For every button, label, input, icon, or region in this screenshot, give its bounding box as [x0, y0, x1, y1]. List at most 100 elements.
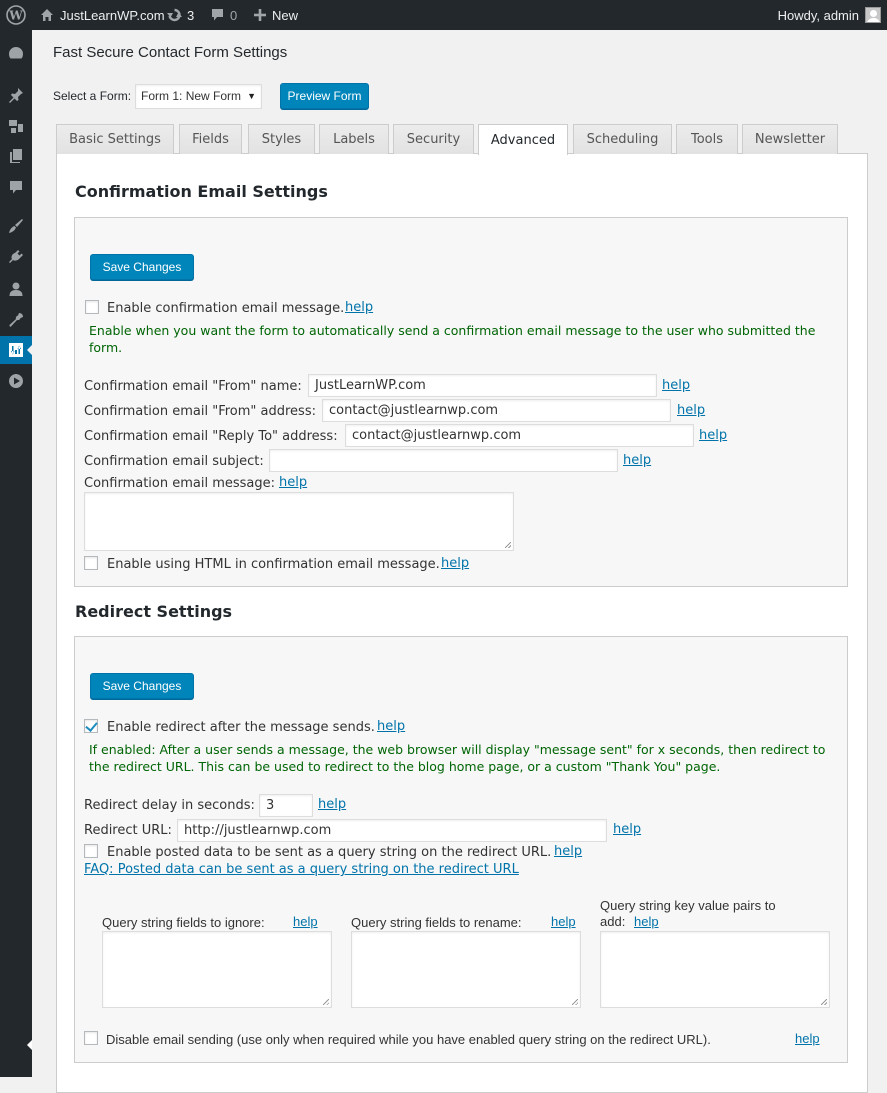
comments-count: 0 [230, 7, 238, 23]
from-address-help-link[interactable]: help [677, 403, 705, 418]
disable-email-checkbox[interactable] [84, 1031, 98, 1045]
sidebar-item-pages[interactable] [0, 142, 32, 170]
sidebar-item-plugins[interactable] [0, 243, 32, 271]
message-label: Confirmation email message: [84, 476, 276, 491]
enable-confirmation-description: Enable when you want the form to automat… [89, 323, 816, 355]
home-icon [41, 9, 53, 21]
enable-html-label: Enable using HTML in confirmation email … [107, 557, 440, 572]
query-rename-textarea[interactable] [351, 931, 581, 1008]
subject-label: Confirmation email subject: [84, 454, 264, 469]
redirect-url-help-link[interactable]: help [613, 822, 641, 837]
tab-styles[interactable]: Styles [248, 124, 315, 154]
enable-redirect-label: Enable redirect after the message sends. [107, 720, 375, 735]
tab-security[interactable]: Security [393, 124, 474, 154]
query-add-help-link[interactable]: help [634, 914, 659, 929]
query-string-help-link[interactable]: help [554, 844, 582, 859]
admin-sidebar [0, 30, 33, 1077]
enable-confirmation-checkbox[interactable] [85, 300, 99, 314]
svg-text:W: W [8, 9, 23, 23]
sidebar-item-contact-form[interactable] [0, 336, 33, 364]
reply-to-input[interactable]: contact@justlearnwp.com [345, 424, 694, 447]
tab-advanced[interactable]: Advanced [478, 124, 568, 155]
admin-bar: W JustLearnWP.com 3 0 New Howdy, admin [0, 0, 887, 30]
confirmation-save-button[interactable]: Save Changes [90, 254, 194, 280]
from-address-input[interactable]: contact@justlearnwp.com [322, 399, 671, 422]
redirect-save-button[interactable]: Save Changes [90, 673, 194, 699]
new-content-link[interactable]: New [254, 0, 298, 30]
redirect-delay-label: Redirect delay in seconds: [84, 798, 255, 813]
from-address-label: Confirmation email "From" address: [84, 404, 316, 419]
reply-to-help-link[interactable]: help [699, 428, 727, 443]
redirect-delay-help-link[interactable]: help [318, 797, 346, 812]
preview-form-button[interactable]: Preview Form [280, 83, 370, 109]
tab-tools[interactable]: Tools [676, 124, 738, 154]
new-label: New [272, 7, 299, 23]
paintbrush-icon [9, 219, 23, 233]
message-textarea[interactable] [84, 492, 514, 551]
updates-link[interactable]: 3 [166, 0, 194, 30]
pin-icon [9, 88, 23, 103]
dashboard-icon [8, 47, 24, 59]
form-select-value: Form 1: New Form [141, 89, 242, 103]
site-name-link[interactable]: JustLearnWP.com [40, 0, 165, 30]
enable-html-help-link[interactable]: help [441, 556, 469, 571]
disable-email-label: Disable email sending (use only when req… [106, 1032, 711, 1047]
form-select[interactable]: Form 1: New Form ▼ [135, 83, 263, 109]
user-icon [9, 282, 23, 296]
sidebar-item-posts[interactable] [0, 81, 32, 109]
enable-html-checkbox[interactable] [84, 556, 98, 570]
enable-redirect-checkbox[interactable] [84, 719, 98, 733]
query-string-label: Enable posted data to be sent as a query… [107, 845, 552, 860]
query-ignore-textarea[interactable] [102, 931, 332, 1008]
tab-newsletter[interactable]: Newsletter [742, 124, 838, 154]
tab-labels[interactable]: Labels [319, 124, 389, 154]
updates-icon [167, 8, 182, 22]
enable-redirect-description: If enabled: After a user sends a message… [89, 742, 826, 774]
sidebar-item-users[interactable] [0, 275, 32, 303]
query-add-textarea[interactable] [600, 931, 830, 1008]
subject-input[interactable] [269, 449, 618, 472]
updates-count: 3 [187, 7, 195, 23]
faq-query-string-link[interactable]: FAQ: Posted data can be sent as a query … [84, 862, 519, 877]
from-name-label: Confirmation email "From" name: [84, 379, 302, 394]
subject-help-link[interactable]: help [623, 453, 651, 468]
comment-bubble-icon [212, 9, 223, 21]
query-rename-help-link[interactable]: help [551, 914, 576, 929]
site-name: JustLearnWP.com [60, 7, 165, 23]
from-name-input[interactable]: JustLearnWP.com [308, 374, 657, 397]
redirect-delay-input[interactable]: 3 [259, 794, 313, 817]
sidebar-item-media-player[interactable] [0, 367, 32, 395]
account-menu[interactable]: Howdy, admin [778, 0, 881, 30]
tab-basic-settings[interactable]: Basic Settings [56, 124, 174, 154]
sidebar-item-comments[interactable] [0, 173, 32, 201]
sidebar-item-tools[interactable] [0, 306, 32, 334]
query-ignore-help-link[interactable]: help [293, 914, 318, 929]
disable-email-help-link[interactable]: help [795, 1031, 820, 1046]
reply-to-label: Confirmation email "Reply To" address: [84, 429, 338, 444]
tab-scheduling[interactable]: Scheduling [573, 124, 672, 154]
collapse-arrow-icon[interactable] [27, 1040, 32, 1050]
query-rename-label: Query string fields to rename: [351, 915, 522, 930]
redirect-url-label: Redirect URL: [84, 823, 172, 838]
redirect-section-title: Redirect Settings [75, 602, 233, 621]
query-add-label-line1: Query string key value pairs to [600, 898, 776, 913]
wordpress-logo-button[interactable]: W [6, 0, 26, 30]
page-title: Fast Secure Contact Form Settings [53, 44, 288, 61]
tab-fields[interactable]: Fields [179, 124, 242, 154]
sidebar-item-appearance[interactable] [0, 212, 32, 240]
avatar [865, 7, 881, 23]
enable-redirect-help-link[interactable]: help [377, 719, 405, 734]
query-string-checkbox[interactable] [84, 844, 98, 858]
enable-confirmation-label: Enable confirmation email message. [107, 301, 345, 316]
play-circle-icon [9, 374, 24, 388]
enable-confirmation-help-link[interactable]: help [345, 300, 373, 315]
message-help-link[interactable]: help [279, 475, 307, 490]
query-add-label-line2: add: [600, 914, 626, 929]
howdy-text: Howdy, admin [777, 7, 859, 23]
from-name-help-link[interactable]: help [662, 378, 690, 393]
sidebar-item-dashboard[interactable] [0, 39, 32, 67]
comments-link[interactable]: 0 [211, 0, 237, 30]
redirect-url-input[interactable]: http://justlearnwp.com [177, 819, 607, 842]
form-selector-row: Select a Form: Form 1: New Form ▼ Previe… [53, 83, 370, 109]
sidebar-item-media[interactable] [0, 112, 32, 140]
